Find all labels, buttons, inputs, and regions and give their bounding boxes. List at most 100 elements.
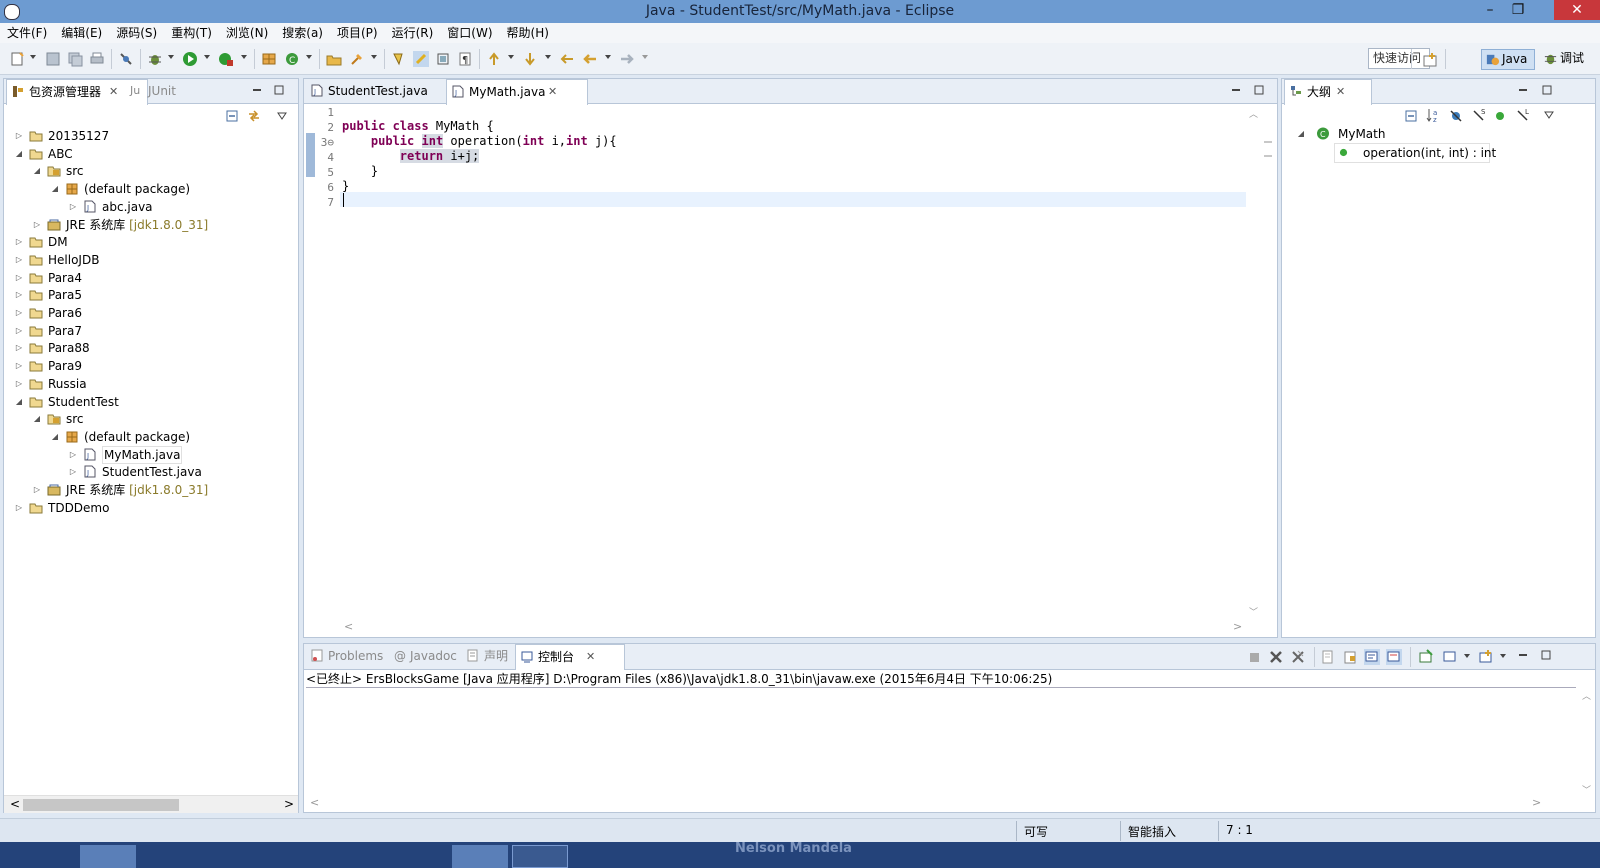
tree-item[interactable]: ◢ src	[4, 410, 296, 428]
tree-item[interactable]: ◢ (default package)	[4, 428, 296, 446]
menu-run[interactable]: 运行(R)	[385, 23, 441, 43]
tab-outline[interactable]: 大纲 ✕	[1284, 79, 1372, 105]
expand-arrow-icon[interactable]: ▷	[68, 463, 78, 481]
expand-arrow-icon[interactable]: ◢	[1296, 125, 1306, 143]
taskbar-button[interactable]	[452, 845, 508, 868]
perspective-debug-button[interactable]: 调试	[1540, 49, 1596, 70]
scroll-left-icon[interactable]: <	[344, 620, 353, 633]
show-on-stdout-icon[interactable]	[1364, 649, 1380, 665]
scroll-lock-icon[interactable]	[1342, 649, 1358, 665]
tree-item[interactable]: ▷ Para4	[4, 269, 296, 287]
remove-all-terminated-icon[interactable]	[1290, 649, 1306, 665]
new-icon[interactable]	[9, 51, 25, 67]
menu-source[interactable]: 源码(S)	[109, 23, 164, 43]
pin-console-icon[interactable]	[1418, 649, 1434, 665]
tree-item[interactable]: ▷ Para7	[4, 322, 296, 340]
perspective-java-button[interactable]: Java	[1481, 49, 1535, 70]
outline-class-node[interactable]: ◢ C MyMath	[1296, 125, 1586, 143]
open-console-icon[interactable]	[1478, 649, 1494, 665]
tree-item[interactable]: ▷ Para6	[4, 304, 296, 322]
open-type-icon[interactable]	[326, 51, 342, 67]
collapse-arrow-icon[interactable]: ◢	[32, 162, 42, 180]
close-tab-icon[interactable]: ✕	[548, 86, 557, 97]
toggle-highlight-icon[interactable]	[413, 51, 429, 67]
console-vertical-scrollbar[interactable]: ︿ ﹀	[1580, 689, 1594, 797]
tree-item[interactable]: ◢ src	[4, 162, 296, 180]
new-class-dropdown-icon[interactable]	[306, 55, 312, 59]
view-menu-icon[interactable]	[1544, 111, 1554, 119]
menu-edit[interactable]: 编辑(E)	[54, 23, 109, 43]
previous-annotation-dropdown-icon[interactable]	[545, 55, 551, 59]
next-annotation-icon[interactable]	[486, 51, 502, 67]
editor-horizontal-scrollbar[interactable]: < >	[340, 620, 1246, 636]
search-icon[interactable]	[349, 51, 365, 67]
remove-launch-icon[interactable]	[1268, 649, 1284, 665]
expand-arrow-icon[interactable]: ▷	[14, 499, 24, 517]
close-tab-icon[interactable]: ✕	[109, 86, 118, 97]
scroll-down-icon[interactable]: ﹀	[1249, 605, 1258, 618]
expand-arrow-icon[interactable]: ▷	[14, 269, 24, 287]
scroll-down-icon[interactable]: ﹀	[1582, 783, 1591, 796]
editor-vertical-scrollbar[interactable]: ︿ ﹀	[1246, 105, 1260, 619]
expand-arrow-icon[interactable]: ▷	[68, 446, 78, 464]
run-icon[interactable]	[182, 51, 198, 67]
hide-local-types-icon[interactable]: L	[1515, 107, 1531, 123]
minimize-view-icon[interactable]	[1518, 85, 1528, 95]
maximize-view-icon[interactable]	[274, 85, 284, 95]
scroll-right-icon[interactable]: >	[1233, 620, 1242, 633]
tree-item[interactable]: ◢ ABC	[4, 145, 296, 163]
tree-item[interactable]: ▷ J MyMath.java	[4, 445, 296, 464]
restore-button[interactable]: ❐	[1504, 0, 1532, 20]
expand-arrow-icon[interactable]: ▷	[32, 216, 42, 234]
print-icon[interactable]	[89, 51, 105, 67]
terminate-icon[interactable]	[1246, 649, 1262, 665]
scroll-left-icon[interactable]: <	[10, 797, 20, 811]
console-output-area[interactable]	[306, 689, 1576, 795]
sort-icon[interactable]: az	[1426, 107, 1442, 123]
collapse-arrow-icon[interactable]: ◢	[50, 428, 60, 446]
save-icon[interactable]	[45, 51, 61, 67]
expand-arrow-icon[interactable]: ▷	[14, 357, 24, 375]
expand-arrow-icon[interactable]: ▷	[14, 233, 24, 251]
toggle-mark-occurrences-icon[interactable]	[391, 51, 407, 67]
external-tools-icon[interactable]	[218, 51, 234, 67]
menu-file[interactable]: 文件(F)	[0, 23, 54, 43]
skip-breakpoints-icon[interactable]	[118, 51, 134, 67]
menu-project[interactable]: 项目(P)	[330, 23, 385, 43]
last-edit-location-icon[interactable]	[559, 51, 575, 67]
show-on-stderr-icon[interactable]	[1386, 649, 1402, 665]
code-line-3[interactable]: public int operation(int i,int j){	[342, 134, 617, 149]
save-all-icon[interactable]	[67, 51, 83, 67]
console-horizontal-scrollbar[interactable]: < >	[306, 796, 1576, 812]
clear-console-icon[interactable]	[1320, 649, 1336, 665]
run-dropdown-icon[interactable]	[204, 55, 210, 59]
expand-arrow-icon[interactable]: ▷	[14, 127, 24, 145]
outline-method-node[interactable]: operation(int, int) : int	[1334, 143, 1496, 163]
collapse-arrow-icon[interactable]: ◢	[32, 410, 42, 428]
expand-arrow-icon[interactable]: ▷	[32, 481, 42, 499]
show-whitespace-icon[interactable]: ¶	[457, 51, 473, 67]
collapse-arrow-icon[interactable]: ◢	[50, 180, 60, 198]
tree-item[interactable]: ▷ DM	[4, 233, 296, 251]
open-perspective-icon[interactable]	[1422, 52, 1438, 68]
forward-icon[interactable]	[619, 51, 635, 67]
maximize-view-icon[interactable]	[1541, 650, 1551, 660]
new-java-package-icon[interactable]	[261, 51, 277, 67]
block-selection-icon[interactable]	[435, 51, 451, 67]
minimize-view-icon[interactable]	[252, 85, 262, 95]
maximize-view-icon[interactable]	[1542, 85, 1552, 95]
scroll-up-icon[interactable]: ︿	[1582, 689, 1591, 702]
expand-arrow-icon[interactable]: ▷	[14, 322, 24, 340]
tree-item[interactable]: ◢ StudentTest	[4, 393, 296, 411]
code-line-4[interactable]: return i+j;	[342, 149, 480, 164]
tree-item[interactable]: ▷ 20135127	[4, 127, 296, 145]
tab-console[interactable]: 控制台 ✕	[515, 644, 625, 670]
hide-static-icon[interactable]: S	[1471, 107, 1487, 123]
maximize-view-icon[interactable]	[1254, 85, 1264, 95]
new-dropdown-icon[interactable]	[30, 55, 36, 59]
hide-non-public-icon[interactable]	[1495, 111, 1505, 121]
collapse-all-icon[interactable]	[225, 109, 239, 123]
expand-arrow-icon[interactable]: ▷	[14, 339, 24, 357]
display-console-dropdown-icon[interactable]	[1464, 654, 1470, 658]
horizontal-scrollbar[interactable]: < >	[4, 795, 298, 813]
